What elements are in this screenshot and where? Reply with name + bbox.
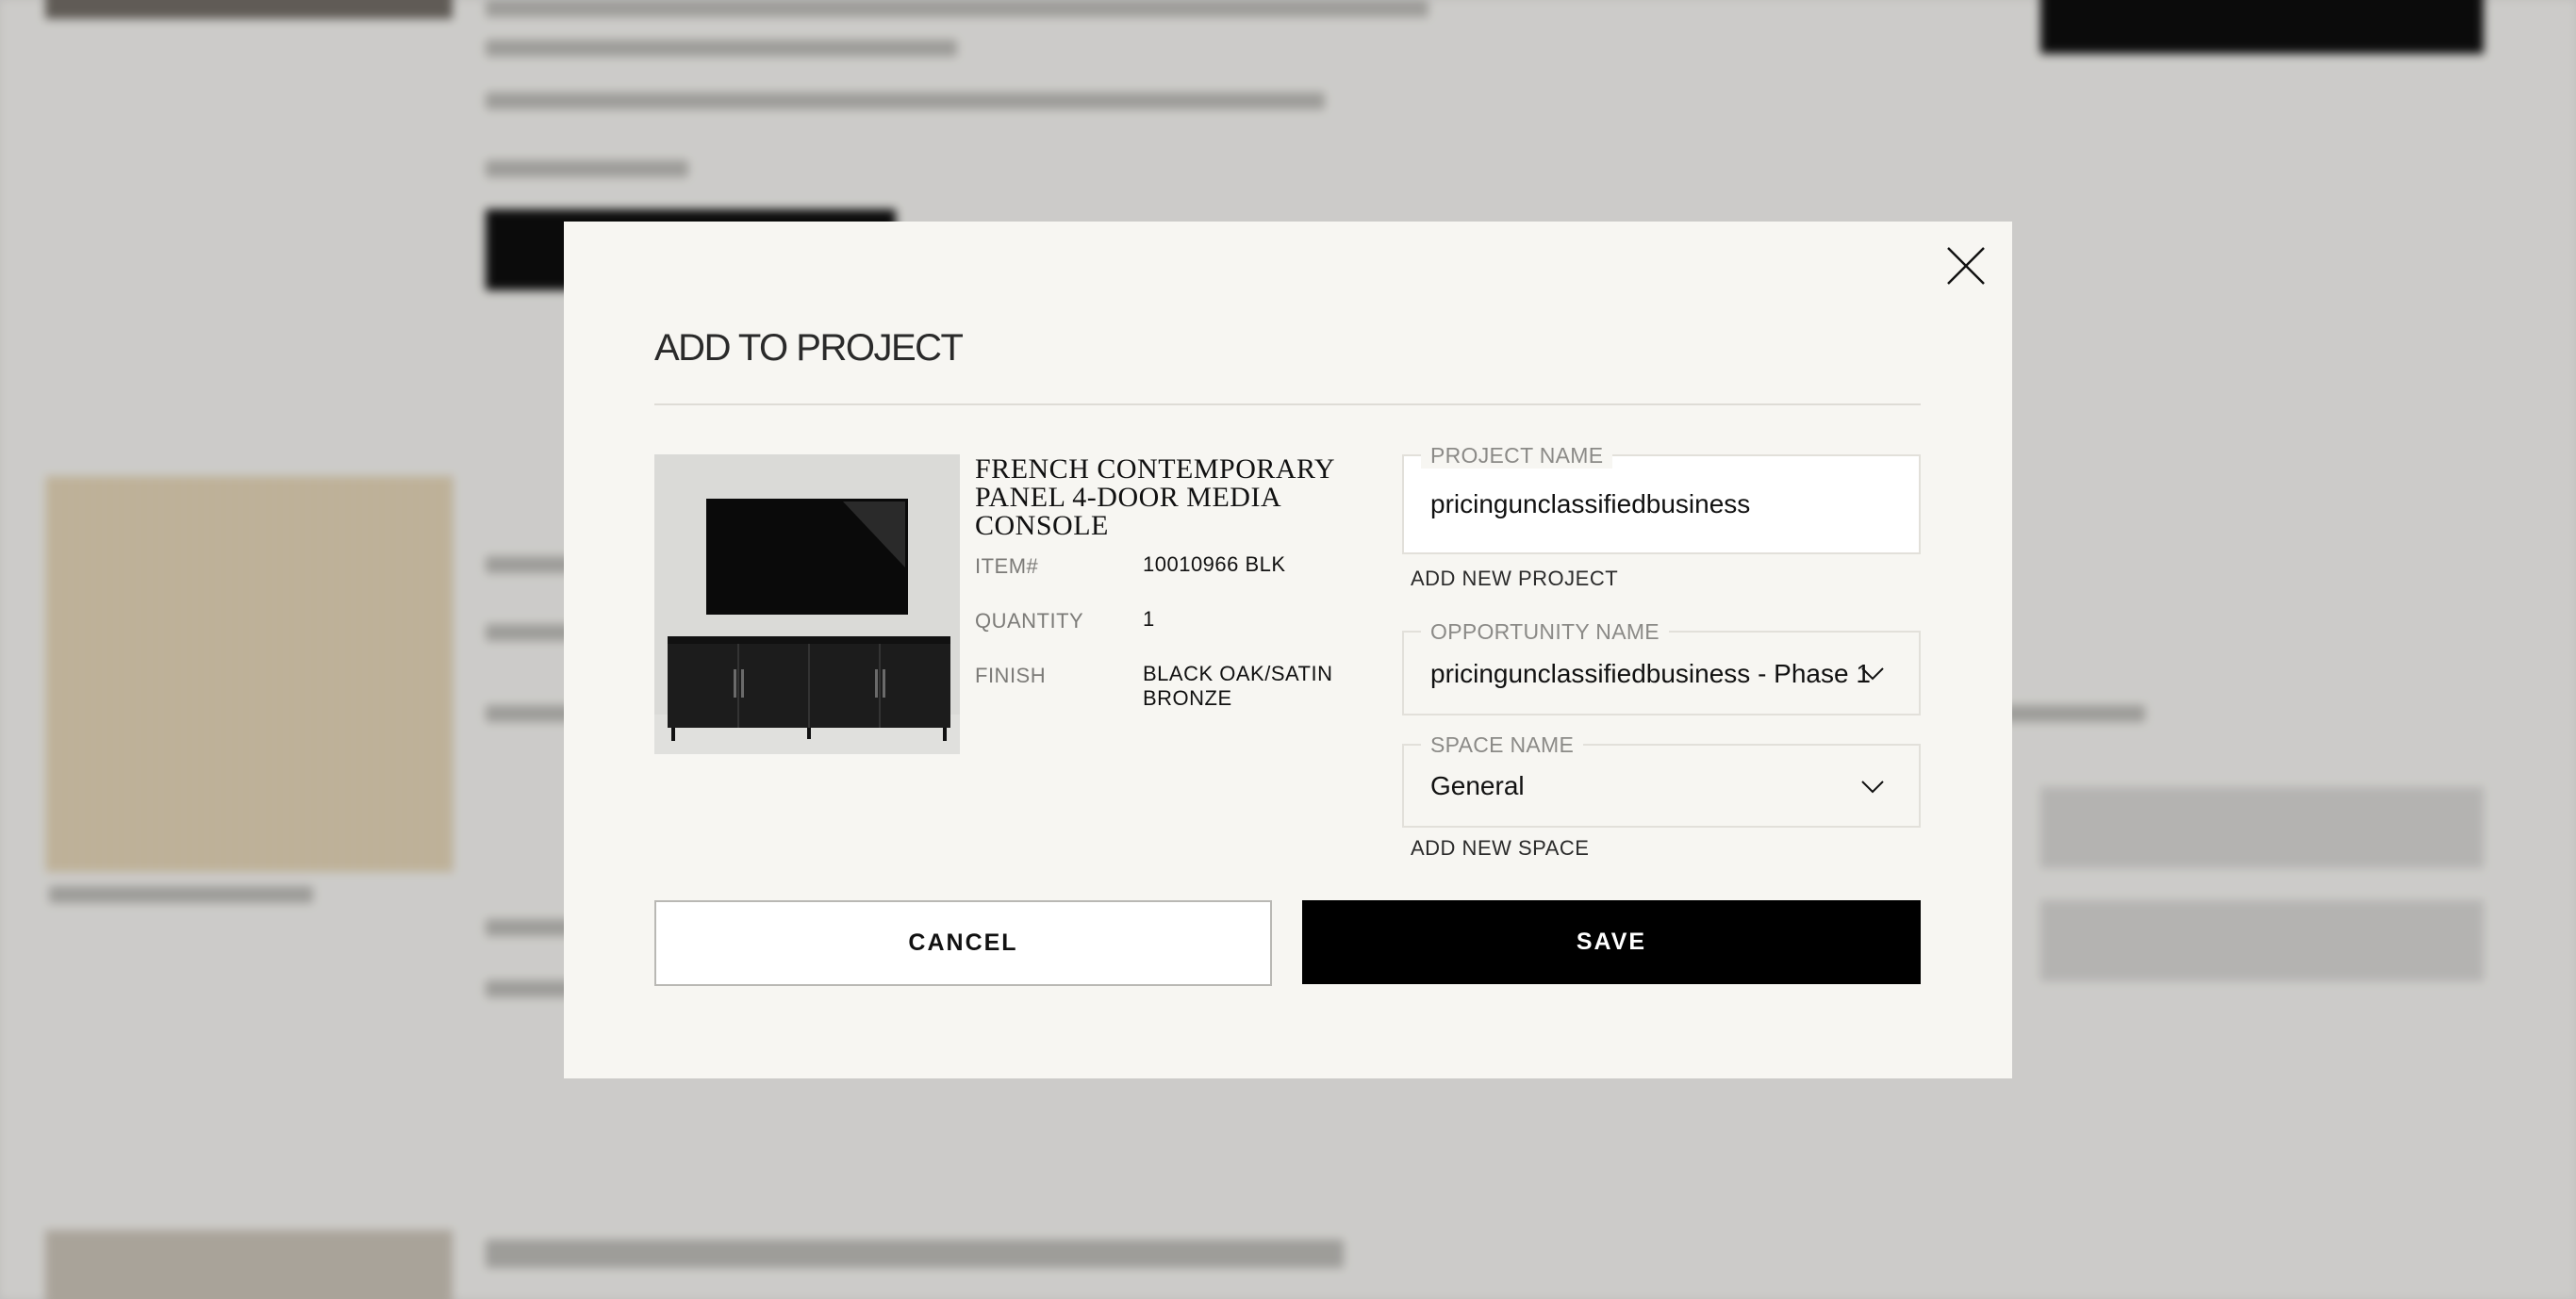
save-button[interactable]: SAVE <box>1302 900 1921 984</box>
cancel-button[interactable]: CANCEL <box>654 900 1272 986</box>
add-new-space-link[interactable]: ADD NEW SPACE <box>1411 836 1589 861</box>
divider <box>654 403 1921 405</box>
add-new-project-link[interactable]: ADD NEW PROJECT <box>1411 567 1618 591</box>
chevron-down-icon <box>1861 781 1884 794</box>
product-name: FRENCH CONTEMPORARY PANEL 4-DOOR MEDIA C… <box>975 453 1334 541</box>
finish-value: BLACK OAK/SATIN BRONZE <box>1143 662 1333 710</box>
add-to-project-modal: ADD TO PROJECT FRENCH CONTEMPORARY PANEL… <box>564 222 2012 1078</box>
project-name-value: pricingunclassifiedbusiness <box>1430 489 1751 518</box>
project-name-label: PROJECT NAME <box>1421 443 1613 469</box>
close-icon[interactable] <box>1942 242 1990 289</box>
space-name-label: SPACE NAME <box>1421 732 1584 758</box>
item-value: 10010966 BLK <box>1143 552 1286 576</box>
opportunity-name-label: OPPORTUNITY NAME <box>1421 619 1669 645</box>
item-label: ITEM# <box>975 554 1039 578</box>
finish-label: FINISH <box>975 664 1047 687</box>
opportunity-name-select[interactable]: OPPORTUNITY NAME pricingunclassifiedbusi… <box>1402 619 1921 715</box>
space-name-value: General <box>1430 771 1525 800</box>
chevron-down-icon <box>1861 667 1884 681</box>
quantity-value: 1 <box>1143 607 1155 631</box>
opportunity-name-value: pricingunclassifiedbusiness - Phase 1 <box>1430 659 1871 688</box>
product-image <box>654 454 960 754</box>
project-name-field[interactable]: PROJECT NAME pricingunclassifiedbusiness <box>1402 443 1921 554</box>
quantity-label: QUANTITY <box>975 609 1084 633</box>
modal-title: ADD TO PROJECT <box>654 327 964 369</box>
space-name-select[interactable]: SPACE NAME General <box>1402 732 1921 828</box>
